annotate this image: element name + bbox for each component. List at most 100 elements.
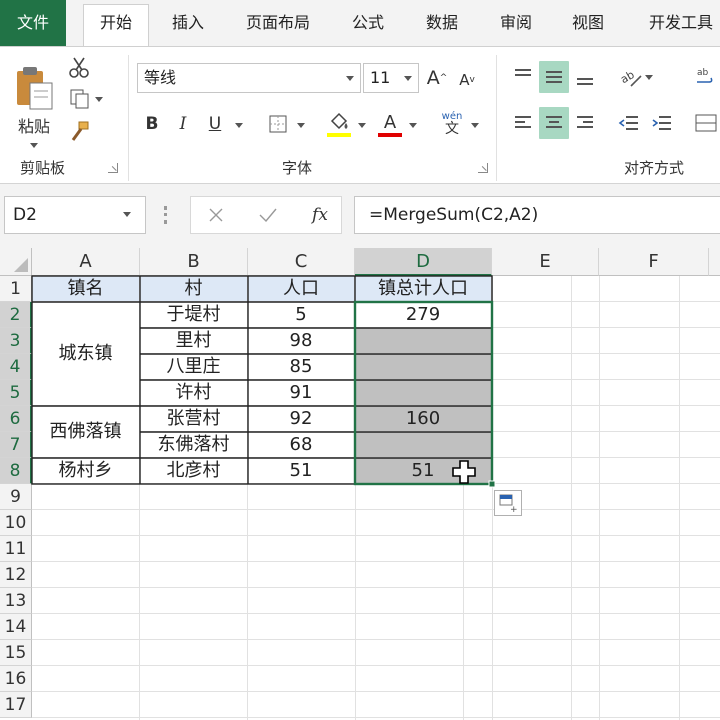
clipboard-group-label: 剪贴板 (20, 159, 66, 177)
chevron-down-icon (346, 76, 354, 81)
tab-page-layout[interactable]: 页面布局 (236, 8, 320, 38)
font-group-label: 字体 (282, 159, 313, 177)
italic-button[interactable]: I (172, 109, 194, 139)
row-header[interactable]: 17 (0, 692, 32, 718)
align-middle-icon (546, 71, 562, 83)
cut-button[interactable] (64, 53, 94, 81)
chevron-down-icon (404, 76, 412, 81)
row-header[interactable]: 10 (0, 510, 32, 536)
copy-icon (70, 89, 89, 109)
phonetic-guide-button[interactable]: wén 文 (438, 107, 466, 141)
row-header[interactable]: 14 (0, 614, 32, 640)
scissors-icon (69, 57, 89, 78)
orientation-button[interactable]: ab (614, 61, 658, 93)
copy-button[interactable] (64, 85, 108, 113)
paste-button[interactable]: 粘贴 (8, 57, 60, 155)
borders-icon (269, 115, 287, 133)
check-icon (259, 208, 277, 222)
ribbon: 粘贴 剪贴板 等线 11 A ^ Av B I U A wén 文 字体 ab … (0, 46, 720, 184)
tab-formulas[interactable]: 公式 (340, 8, 396, 38)
row-header[interactable]: 16 (0, 666, 32, 692)
borders-button[interactable] (264, 109, 292, 139)
formula-bar-resize-handle[interactable] (164, 206, 167, 224)
group-divider (496, 55, 497, 181)
enter-button[interactable] (253, 199, 283, 231)
grow-font-icon: A (426, 67, 440, 89)
selection-border (353, 300, 494, 486)
underline-button[interactable]: U (204, 109, 226, 139)
wrap-text-button[interactable]: ab (690, 61, 720, 93)
shrink-font-button[interactable]: Av (456, 65, 478, 95)
quick-analysis-icon: + (499, 494, 518, 515)
fill-handle (488, 480, 496, 488)
tab-developer[interactable]: 开发工具 (638, 8, 720, 38)
row-header[interactable]: 13 (0, 588, 32, 614)
format-painter-button[interactable] (64, 117, 94, 147)
font-size-combo[interactable]: 11 (363, 63, 419, 93)
clipboard-icon (17, 66, 53, 109)
chevron-down-icon[interactable] (409, 123, 417, 128)
row-header[interactable]: 11 (0, 536, 32, 562)
tab-home[interactable]: 开始 (83, 4, 149, 46)
bottom-align-button[interactable] (570, 61, 600, 93)
chevron-down-icon[interactable] (235, 123, 243, 128)
row-header[interactable]: 15 (0, 640, 32, 666)
tab-insert[interactable]: 插入 (160, 8, 216, 38)
align-top-icon (515, 69, 531, 76)
align-center-icon (546, 116, 562, 128)
group-divider (128, 55, 129, 181)
tab-data[interactable]: 数据 (414, 8, 470, 38)
fill-color-swatch (327, 133, 351, 137)
font-color-icon: A (383, 111, 397, 133)
name-box[interactable]: D2 (4, 196, 146, 234)
phonetic-bottom: 文 (445, 121, 459, 137)
font-name-value: 等线 (144, 68, 177, 87)
chevron-down-icon[interactable] (358, 123, 366, 128)
align-right-icon (577, 116, 593, 128)
font-color-button[interactable]: A (376, 107, 404, 141)
tab-file[interactable]: 文件 (0, 0, 66, 46)
tab-review[interactable]: 审阅 (488, 8, 544, 38)
fill-color-button[interactable] (324, 107, 354, 141)
chevron-down-icon[interactable] (471, 123, 479, 128)
top-align-button[interactable] (508, 61, 538, 93)
bold-button[interactable]: B (140, 109, 164, 139)
svg-text:+: + (510, 505, 518, 515)
chevron-down-icon[interactable] (297, 123, 305, 128)
formula-input[interactable]: =MergeSum(C2,A2) (354, 196, 720, 234)
shrink-font-icon: A (459, 71, 470, 89)
align-center-button[interactable] (539, 107, 569, 139)
wrap-text-icon: ab (697, 68, 713, 83)
font-name-combo[interactable]: 等线 (137, 63, 361, 93)
decrease-indent-button[interactable] (614, 107, 644, 139)
insert-function-button[interactable]: fx (305, 199, 335, 231)
align-left-button[interactable] (508, 107, 538, 139)
align-right-button[interactable] (570, 107, 600, 139)
font-color-swatch (378, 132, 402, 137)
tab-view[interactable]: 视图 (560, 8, 616, 38)
svg-text:ab: ab (697, 68, 709, 78)
chevron-down-icon (645, 74, 653, 80)
formula-buttons: fx (190, 196, 342, 234)
formula-bar-area: D2 fx =MergeSum(C2,A2) (0, 184, 720, 248)
chevron-down-icon (123, 212, 131, 217)
quick-analysis-button[interactable]: + (494, 490, 522, 516)
increase-indent-button[interactable] (647, 107, 677, 139)
align-bottom-icon (577, 78, 593, 85)
name-box-value: D2 (13, 205, 37, 225)
grow-font-button[interactable]: A ^ (426, 63, 448, 93)
font-size-value: 11 (370, 68, 391, 87)
clipboard-launcher-icon[interactable] (108, 163, 118, 173)
merge-cells-icon (695, 114, 717, 132)
merge-center-button[interactable] (692, 107, 720, 139)
worksheet-grid: A B C D E F 1 2 3 4 5 6 7 8 9 10 11 12 1… (0, 248, 720, 720)
cancel-button[interactable] (201, 199, 231, 231)
paint-bucket-icon (330, 112, 348, 130)
align-left-icon (515, 116, 531, 128)
middle-align-button[interactable] (539, 61, 569, 93)
close-icon (209, 208, 223, 222)
row-header[interactable]: 12 (0, 562, 32, 588)
paste-label: 粘贴 (17, 116, 50, 136)
format-painter-icon (71, 121, 89, 141)
font-launcher-icon[interactable] (478, 163, 488, 173)
